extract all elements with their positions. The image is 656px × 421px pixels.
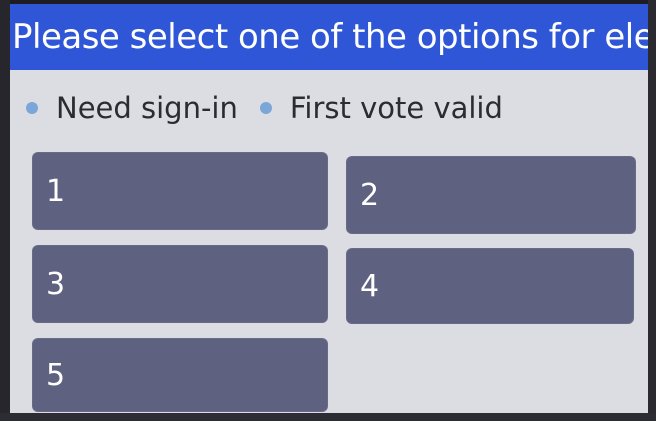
rules-row: Need sign-in First vote valid (26, 88, 525, 128)
option-label: 5 (46, 357, 66, 393)
device-bezel-left (0, 0, 10, 421)
device-bezel-bottom (0, 413, 656, 421)
option-label: 4 (360, 268, 380, 304)
device-bezel-top (0, 0, 656, 4)
rule-need-sign-in: Need sign-in (26, 91, 238, 125)
option-button-1[interactable]: 1 (32, 152, 328, 230)
rule-label: Need sign-in (56, 91, 238, 125)
option-label: 1 (46, 173, 66, 209)
rule-label: First vote valid (289, 91, 503, 125)
option-label: 2 (360, 177, 380, 213)
option-button-2[interactable]: 2 (346, 156, 636, 234)
option-button-5[interactable]: 5 (32, 338, 328, 412)
device-bezel-right (648, 0, 656, 421)
bullet-dot-icon (26, 102, 38, 114)
option-button-4[interactable]: 4 (346, 248, 634, 324)
option-label: 3 (46, 266, 66, 302)
election-screen: Please select one of the options for ele… (0, 0, 656, 421)
rule-first-vote-valid: First vote valid (259, 91, 503, 125)
bullet-dot-icon (259, 102, 272, 114)
page-title: Please select one of the options for ele… (8, 4, 654, 70)
option-button-3[interactable]: 3 (32, 245, 328, 323)
